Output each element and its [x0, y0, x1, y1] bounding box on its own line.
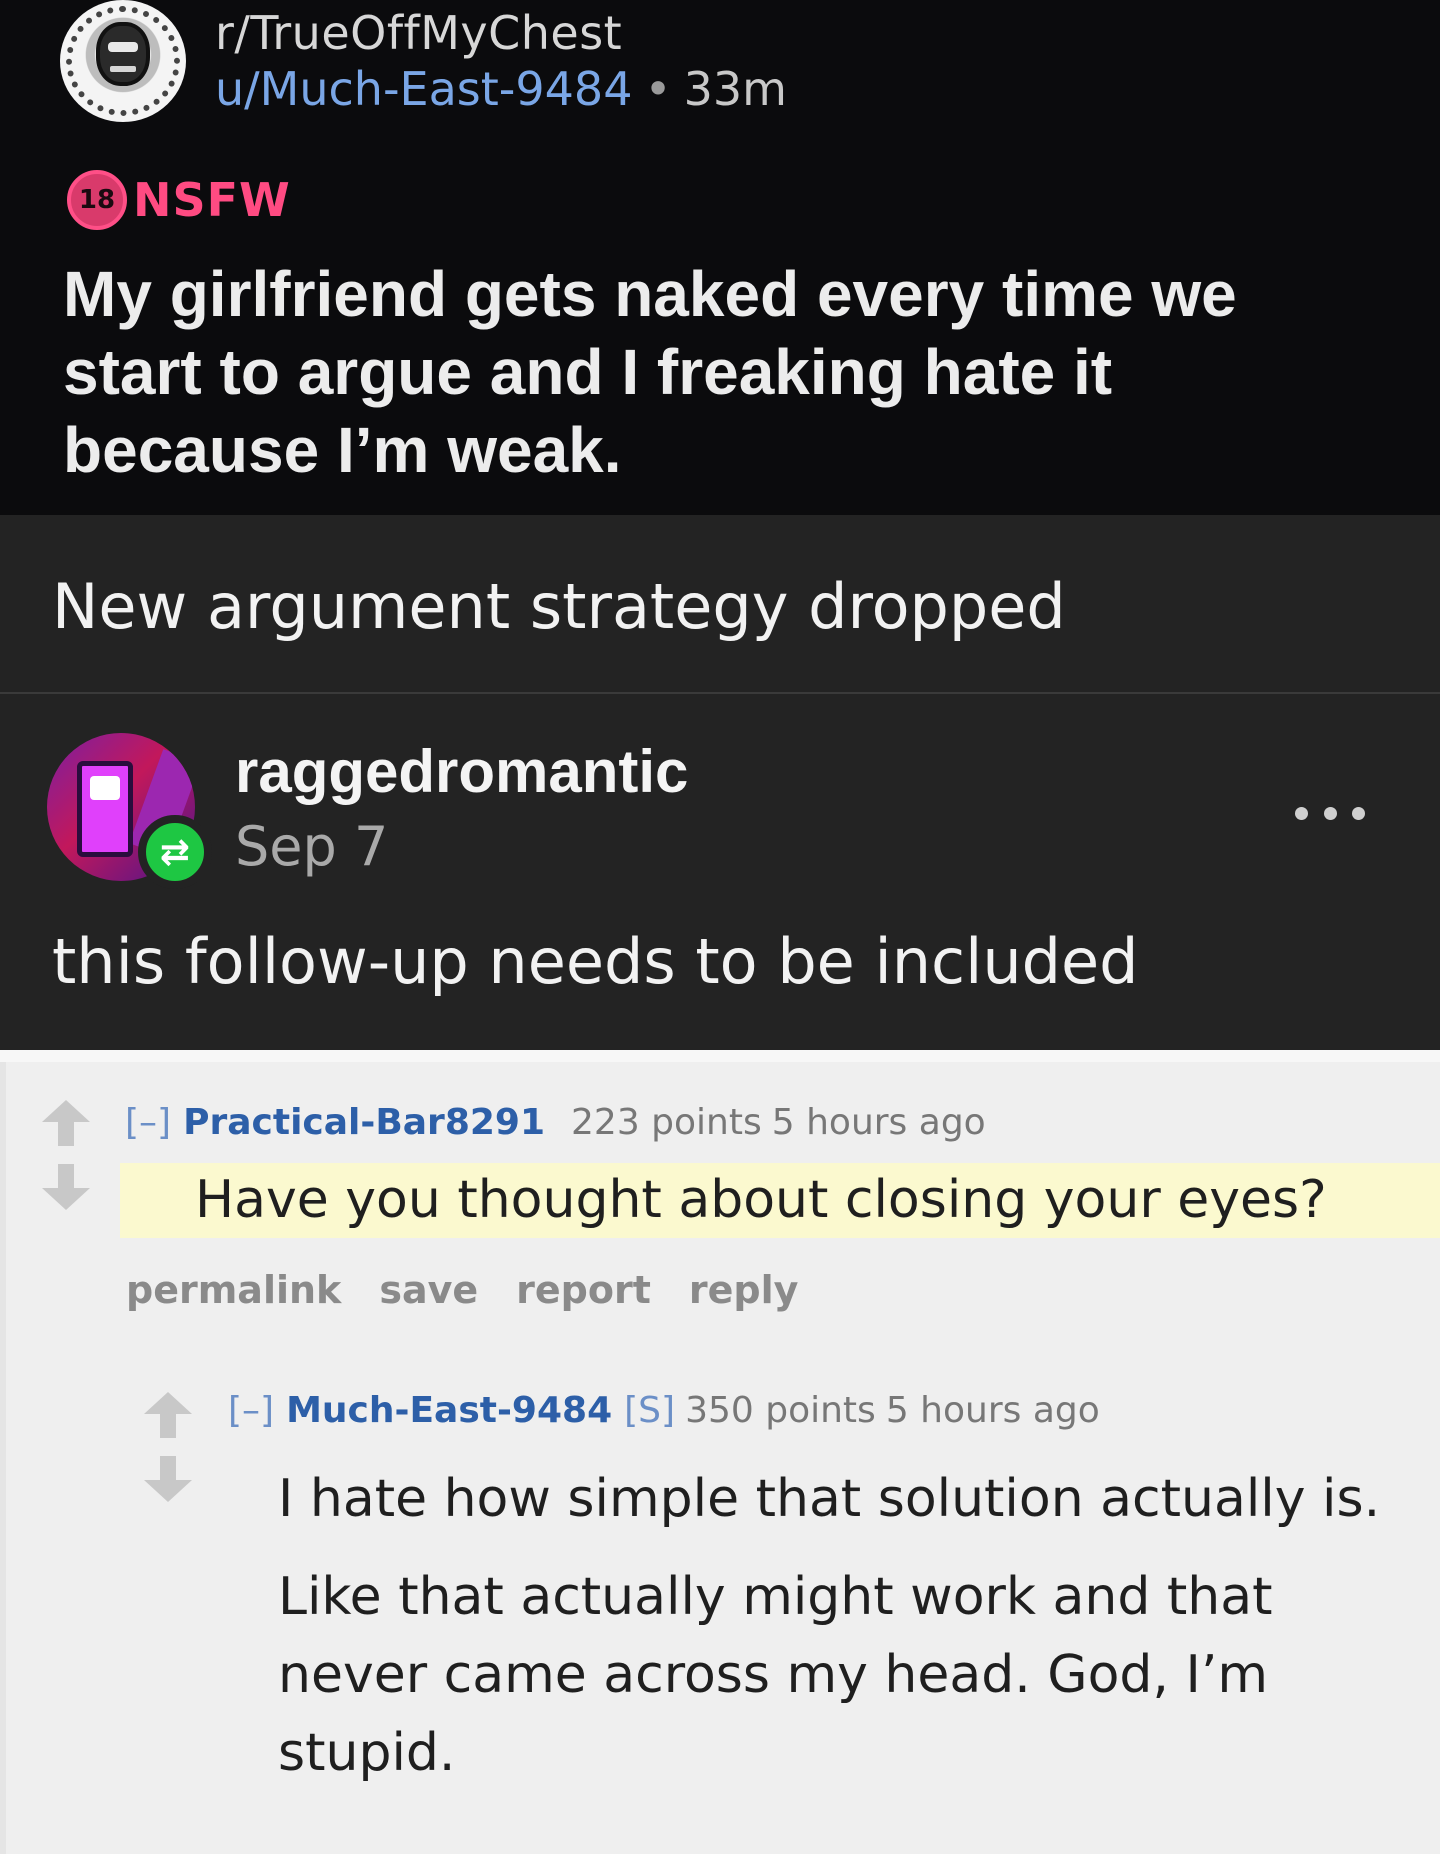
comment-paragraph: Like that actually might work and that n…	[278, 1567, 1273, 1783]
subreddit-avatar[interactable]	[60, 0, 186, 122]
comment-time: 5 hours ago	[885, 1390, 1100, 1431]
comment-score: 223 points	[571, 1102, 762, 1143]
submitter-flair: [S]	[624, 1390, 676, 1431]
comment-paragraph: I hate how simple that solution actually…	[278, 1469, 1381, 1529]
comment-1-actions: permalink save report reply	[126, 1268, 798, 1312]
comment-2-header: [–] Much-East-9484 [S] 350 points 5 hours ag…	[228, 1390, 1100, 1431]
comment-2-body: I hate how simple that solution actually…	[278, 1460, 1398, 1812]
comment-score: 350 points	[685, 1390, 876, 1431]
nsfw-tag: 18 NSFW	[67, 170, 291, 230]
tumblr-caption-top: New argument strategy dropped	[52, 570, 1066, 643]
collapse-toggle[interactable]: [–]	[125, 1102, 171, 1143]
comment-author[interactable]: Practical-Bar8291	[183, 1102, 545, 1143]
reddit-post-header: r/TrueOffMyChest u/Much-East-9484 • 33m 18…	[0, 0, 1440, 515]
reblogger-username[interactable]: raggedromantic	[235, 737, 688, 806]
reblog-icon: ⇄	[138, 815, 212, 889]
tumblr-post: New argument strategy dropped ⇄ raggedro…	[0, 515, 1440, 1050]
downvote-arrow-icon[interactable]	[36, 1164, 96, 1216]
arcade-cabinet-icon	[77, 761, 133, 857]
comment-2-vote	[138, 1392, 198, 1512]
post-age: 33m	[683, 62, 787, 116]
comment-1-body: Have you thought about closing your eyes…	[120, 1163, 1440, 1238]
subreddit-name[interactable]: r/TrueOffMyChest	[215, 6, 622, 60]
nsfw-18-icon: 18	[67, 170, 127, 230]
comment-1-vote	[36, 1100, 96, 1220]
collapse-toggle[interactable]: [–]	[228, 1390, 274, 1431]
nsfw-label: NSFW	[133, 173, 291, 227]
skull-icon	[96, 22, 150, 86]
downvote-arrow-icon[interactable]	[138, 1456, 198, 1508]
tumblr-caption-bottom: this follow-up needs to be included	[52, 925, 1139, 998]
reblog-date: Sep 7	[235, 815, 389, 878]
post-meta: u/Much-East-9484 • 33m	[215, 62, 787, 116]
section-divider	[0, 692, 1440, 694]
save-link[interactable]: save	[379, 1268, 478, 1312]
upvote-arrow-icon[interactable]	[138, 1392, 198, 1444]
dot-icon	[1295, 806, 1308, 820]
comment-author[interactable]: Much-East-9484	[286, 1390, 612, 1431]
report-link[interactable]: report	[516, 1268, 651, 1312]
dot-icon	[1323, 806, 1337, 820]
post-title[interactable]: My girlfriend gets naked every time we s…	[63, 255, 1363, 489]
comment-time: 5 hours ago	[771, 1102, 986, 1143]
post-author[interactable]: u/Much-East-9484	[215, 62, 632, 116]
upvote-arrow-icon[interactable]	[36, 1100, 96, 1152]
dot-icon	[1352, 806, 1365, 820]
more-options-button[interactable]	[1295, 801, 1365, 825]
reply-link[interactable]: reply	[689, 1268, 799, 1312]
comment-1-header: [–] Practical-Bar8291 223 points 5 hours ag…	[125, 1102, 986, 1143]
permalink-link[interactable]: permalink	[126, 1268, 341, 1312]
meta-separator: •	[644, 62, 672, 116]
